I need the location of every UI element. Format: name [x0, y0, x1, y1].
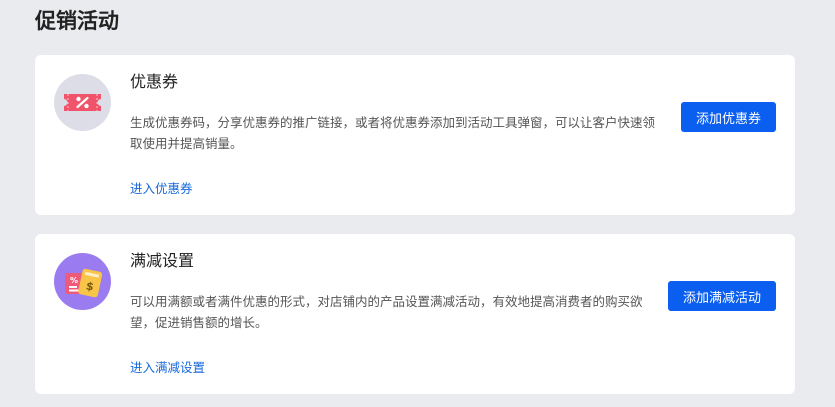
discount-card-description: 可以用满额或者满件优惠的形式，对店铺内的产品设置满减活动，有效地提高消费者的购买… — [130, 294, 643, 330]
discount-card-title: 满减设置 — [130, 251, 195, 270]
enter-coupons-link[interactable]: 进入优惠券 — [130, 180, 193, 198]
enter-discount-settings-link[interactable]: 进入满减设置 — [130, 359, 205, 377]
discount-cards-icon: % $ — [54, 253, 111, 310]
coupon-ticket-icon — [54, 74, 111, 131]
coupon-card: 优惠券 生成优惠券码，分享优惠券的推广链接，或者将优惠券添加到活动工具弹窗，可以… — [35, 55, 795, 215]
discount-card: % $ 满减设置 可以用满额或者满件优惠的形式，对店铺内的产品设置满减活动，有效… — [35, 234, 795, 394]
coupon-card-title: 优惠券 — [130, 72, 179, 91]
add-discount-activity-button[interactable]: 添加满减活动 — [667, 281, 776, 311]
page-title: 促销活动 — [35, 9, 119, 33]
svg-text:%: % — [70, 276, 78, 285]
coupon-card-description: 生成优惠券码，分享优惠券的推广链接，或者将优惠券添加到活动工具弹窗，可以让客户快… — [130, 115, 656, 151]
add-coupon-button[interactable]: 添加优惠券 — [680, 102, 776, 132]
